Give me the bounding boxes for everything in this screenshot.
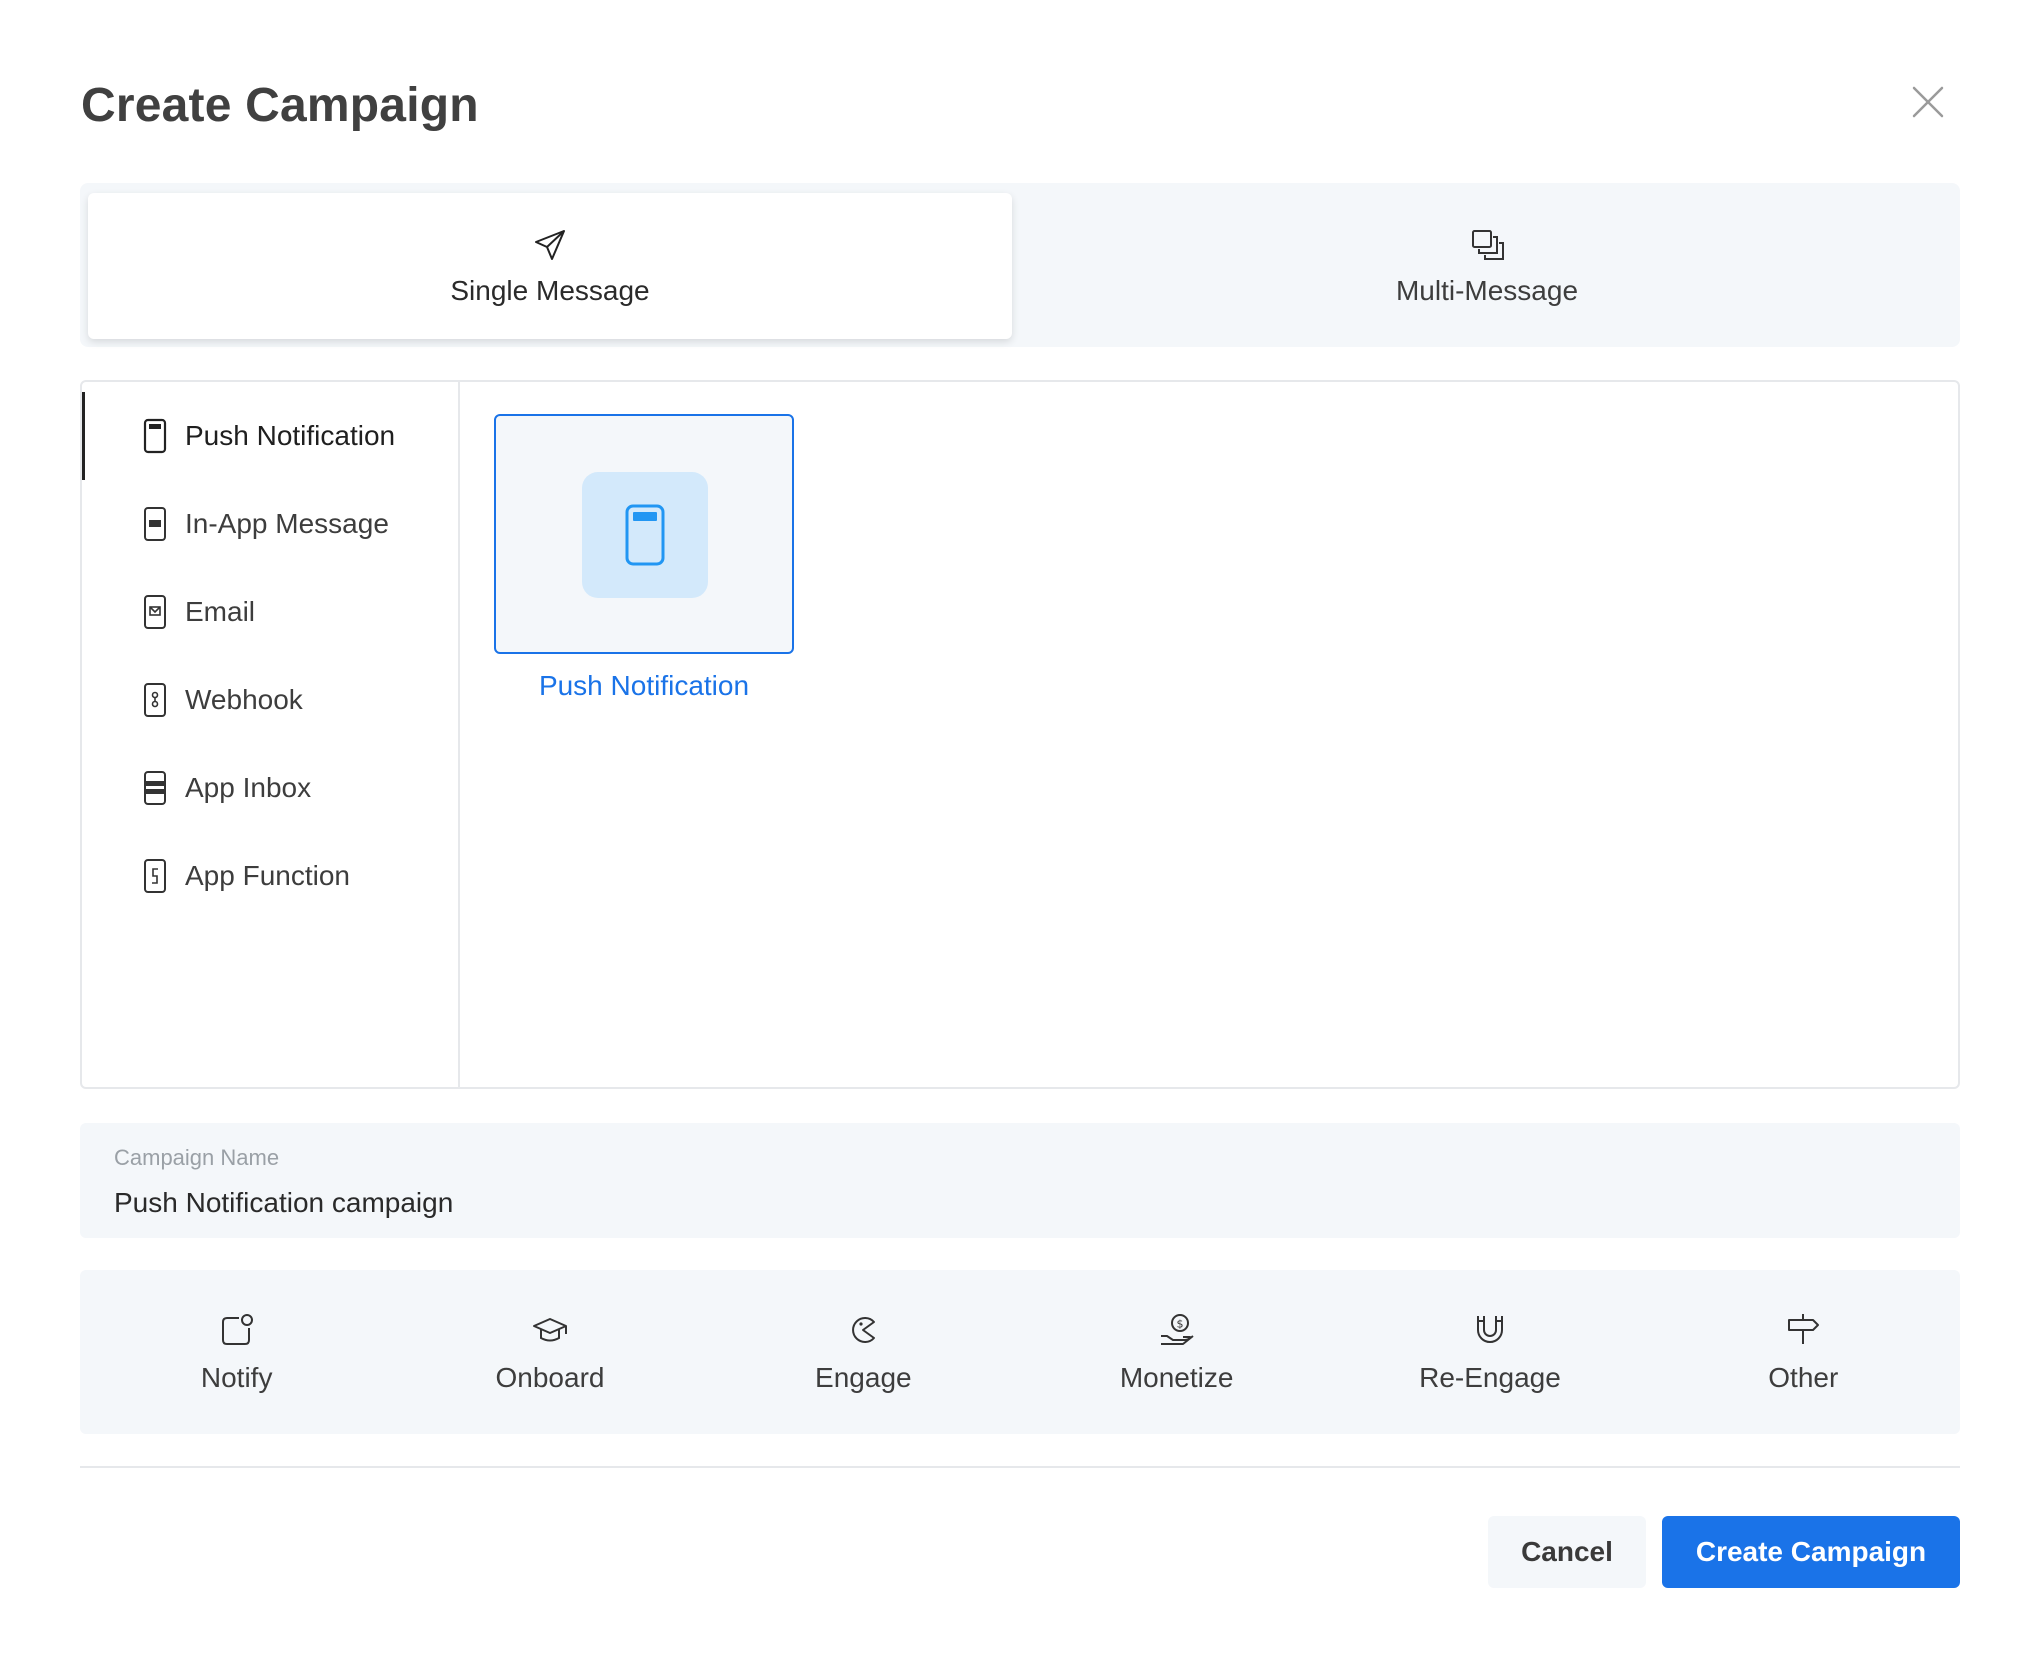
tab-single-message[interactable]: Single Message <box>88 193 1012 339</box>
phone-webhook-icon <box>144 683 166 717</box>
goal-label: Monetize <box>1119 1362 1234 1393</box>
sidebar-item-label: App Inbox <box>185 772 312 803</box>
sidebar-item-label: In-App Message <box>185 508 389 539</box>
phone-inbox-icon <box>144 771 166 805</box>
goal-label: Other <box>1768 1362 1839 1393</box>
template-icon-tile <box>582 472 708 598</box>
tab-label: Multi-Message <box>1395 275 1579 306</box>
channel-sidebar: Push Notification In-App Message Email W… <box>82 382 460 1087</box>
paper-plane-icon <box>535 230 565 260</box>
goal-onboard[interactable]: Onboard <box>393 1270 706 1434</box>
signpost-icon <box>1788 1314 1820 1344</box>
tab-multi-message[interactable]: Multi-Message <box>1022 193 1952 339</box>
phone-in-app-icon <box>144 507 166 541</box>
goal-label: Onboard <box>495 1362 605 1393</box>
template-card-push-notification[interactable] <box>494 414 794 654</box>
sidebar-item-label: App Function <box>185 860 350 891</box>
goal-monetize[interactable]: $ Monetize <box>1020 1270 1333 1434</box>
cancel-button[interactable]: Cancel <box>1488 1516 1646 1588</box>
goal-label: Notify <box>200 1362 273 1393</box>
tab-label: Single Message <box>450 275 650 306</box>
hand-coin-icon: $ <box>1160 1314 1194 1345</box>
sidebar-item-push-notification[interactable]: Push Notification <box>82 392 458 480</box>
magnet-icon <box>1476 1316 1503 1343</box>
goal-engage[interactable]: Engage <box>707 1270 1020 1434</box>
sidebar-item-label: Webhook <box>185 684 303 715</box>
phone-push-icon <box>143 418 167 454</box>
goal-re-engage[interactable]: Re-Engage <box>1333 1270 1646 1434</box>
graduation-cap-icon <box>532 1318 567 1342</box>
phone-function-icon <box>144 859 166 893</box>
goal-label: Engage <box>815 1362 912 1393</box>
goal-label: Re-Engage <box>1419 1362 1561 1393</box>
sidebar-item-label: Push Notification <box>185 420 396 451</box>
close-icon <box>1912 86 1944 118</box>
create-campaign-button[interactable]: Create Campaign <box>1662 1516 1960 1588</box>
sidebar-item-webhook[interactable]: Webhook <box>82 656 458 744</box>
pacman-icon <box>852 1317 876 1343</box>
stacked-squares-icon <box>1472 230 1504 260</box>
campaign-name-field: Campaign Name <box>80 1123 1960 1238</box>
campaign-goal-selector: Notify Onboard Engage $ Monetize Re-Enga… <box>80 1270 1960 1434</box>
sidebar-item-in-app-message[interactable]: In-App Message <box>82 480 458 568</box>
dialog-title: Create Campaign <box>81 79 479 132</box>
svg-text:$: $ <box>1176 1318 1183 1331</box>
close-button[interactable] <box>1906 80 1950 124</box>
channel-panel: Push Notification In-App Message Email W… <box>80 380 1960 1089</box>
sidebar-item-email[interactable]: Email <box>82 568 458 656</box>
goal-notify[interactable]: Notify <box>80 1270 393 1434</box>
phone-push-icon <box>625 504 665 566</box>
footer-divider <box>80 1466 1960 1468</box>
sidebar-item-label: Email <box>185 596 256 627</box>
notification-badge-icon <box>221 1314 253 1345</box>
campaign-name-input[interactable] <box>114 1183 1914 1223</box>
sidebar-item-app-inbox[interactable]: App Inbox <box>82 744 458 832</box>
phone-email-icon <box>144 595 166 629</box>
campaign-name-label: Campaign Name <box>114 1145 280 1170</box>
sidebar-item-app-function[interactable]: App Function <box>82 832 458 920</box>
goal-other[interactable]: Other <box>1647 1270 1960 1434</box>
message-type-tabs: Single Message Multi-Message <box>80 183 1960 347</box>
template-label: Push Notification <box>538 670 750 701</box>
